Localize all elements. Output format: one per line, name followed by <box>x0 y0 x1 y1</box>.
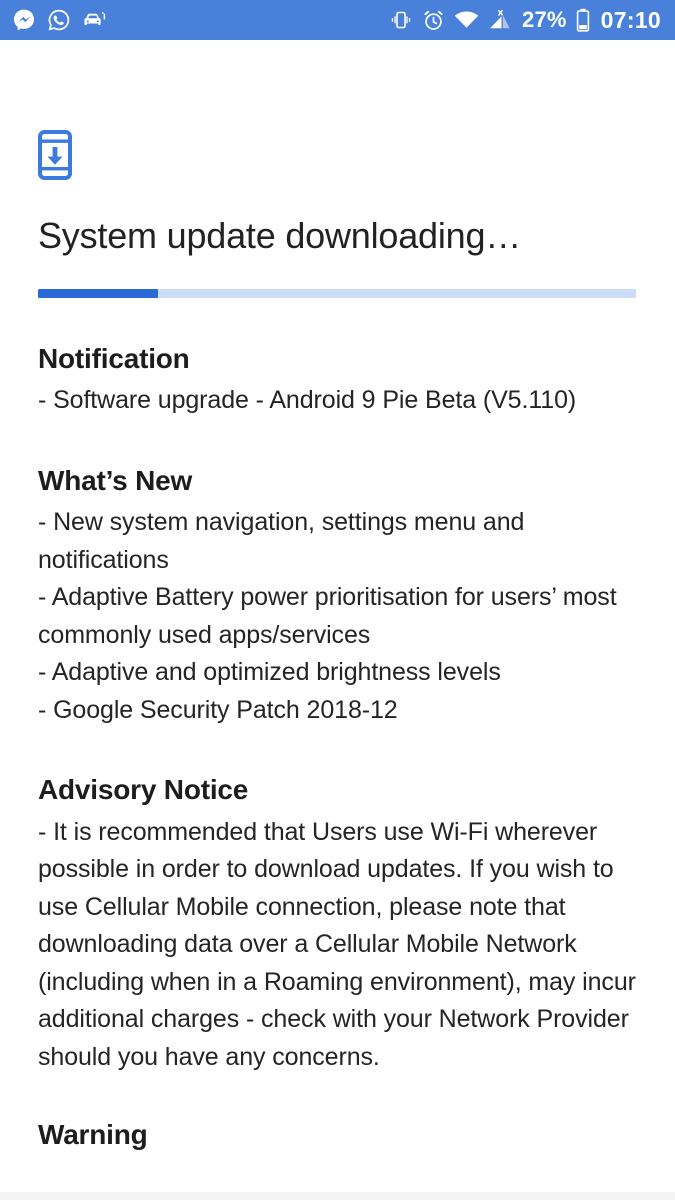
section-warning: Warning <box>38 1118 637 1152</box>
bottom-divider <box>0 1192 675 1200</box>
section-line: - Adaptive and optimized brightness leve… <box>38 658 501 687</box>
battery-percent-label: 27% <box>522 7 567 32</box>
cellular-signal-no-sim-icon <box>488 9 513 31</box>
section-heading: Advisory Notice <box>38 774 249 806</box>
download-progress-bar <box>38 288 636 298</box>
download-progress-fill <box>38 288 158 298</box>
status-bar: 27% 07:10 <box>0 0 675 40</box>
section-line: - It is recommended that Users use Wi-Fi… <box>38 817 636 1071</box>
system-update-download-icon <box>38 130 72 180</box>
section-line: - Software upgrade - Android 9 Pie Beta … <box>38 386 577 415</box>
status-bar-right-icons: 27% 07:10 <box>389 7 661 34</box>
page-title: System update downloading… <box>38 215 522 256</box>
messenger-icon <box>12 8 36 32</box>
section-whats-new: What’s New - New system navigation, sett… <box>38 464 637 730</box>
battery-icon <box>576 8 590 32</box>
section-heading: Notification <box>38 342 190 374</box>
car-icon <box>82 9 108 31</box>
wifi-icon <box>454 10 479 30</box>
section-heading: What’s New <box>38 464 193 496</box>
section-line: - Google Security Patch 2018-12 <box>38 695 398 724</box>
alarm-icon <box>422 9 445 32</box>
update-content-scroll[interactable]: System update downloading… Notification … <box>0 40 675 1200</box>
section-notification: Notification - Software upgrade - Androi… <box>38 342 637 420</box>
status-bar-left-icons <box>12 8 108 32</box>
section-line: - New system navigation, settings menu a… <box>38 508 525 574</box>
whatsapp-icon <box>47 8 71 32</box>
clock-label: 07:10 <box>600 6 661 33</box>
section-line: - Adaptive Battery power prioritisation … <box>38 583 617 649</box>
section-advisory-notice: Advisory Notice - It is recommended that… <box>38 773 637 1076</box>
vibrate-icon <box>389 9 413 31</box>
section-heading: Warning <box>38 1119 148 1151</box>
